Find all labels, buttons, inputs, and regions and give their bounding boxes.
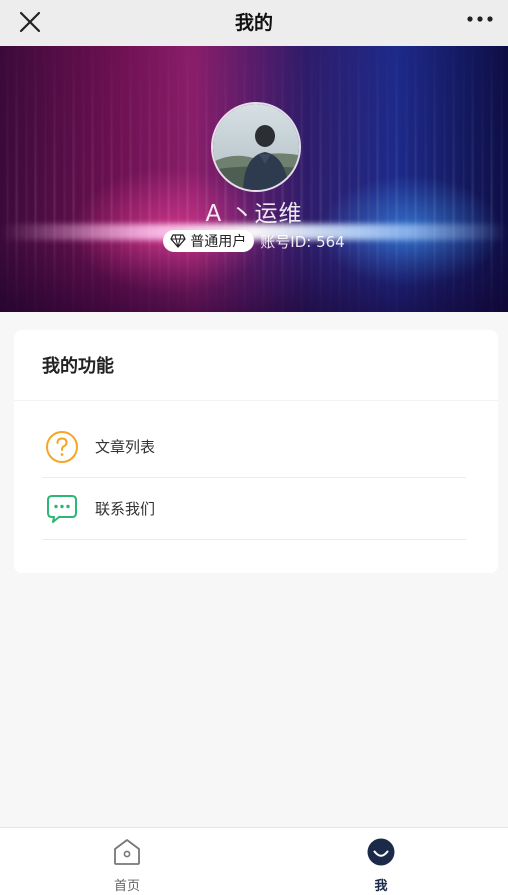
user-meta: 普通用户 账号ID: 564 (0, 229, 508, 253)
chat-bubble-icon (47, 494, 77, 523)
navbar: 我的 (0, 0, 508, 46)
user-level-badge: 普通用户 (163, 230, 255, 252)
profile-face-icon (367, 838, 395, 866)
home-icon (114, 839, 140, 865)
page-title: 我的 (234, 12, 273, 34)
functions-title: 我的功能 (42, 356, 114, 377)
more-button[interactable] (460, 4, 500, 42)
tab-home[interactable]: 首页 (0, 828, 254, 895)
tab-me[interactable]: 我 (254, 828, 508, 895)
menu-item-article-list[interactable]: 文章列表 (42, 416, 466, 478)
close-icon (19, 11, 41, 33)
menu-item-label: 文章列表 (95, 438, 156, 456)
question-circle-icon (46, 430, 78, 463)
tab-home-label: 首页 (113, 879, 140, 894)
bottom-tab-bar: 首页 我 (0, 827, 508, 895)
functions-card: 我的功能 文章列表 联系我们 (14, 330, 498, 573)
diamond-icon (170, 234, 186, 248)
username: A 丶运维 (205, 201, 303, 227)
more-dots-icon (467, 16, 493, 22)
user-level-label: 普通用户 (190, 234, 247, 250)
avatar-image (213, 104, 299, 190)
profile-header: A 丶运维 普通用户 账号ID: 564 (0, 46, 508, 312)
tab-me-label: 我 (374, 879, 388, 894)
close-button[interactable] (10, 4, 48, 42)
menu-item-label: 联系我们 (95, 500, 156, 518)
divider (14, 400, 498, 401)
account-id: 账号ID: 564 (260, 232, 345, 251)
page: 我的 A 丶运维 普通用户 账号ID: 564 我的功能 文章列表 联系我们 首… (0, 0, 508, 895)
menu-item-contact-us[interactable]: 联系我们 (42, 478, 466, 540)
avatar[interactable] (211, 102, 301, 192)
